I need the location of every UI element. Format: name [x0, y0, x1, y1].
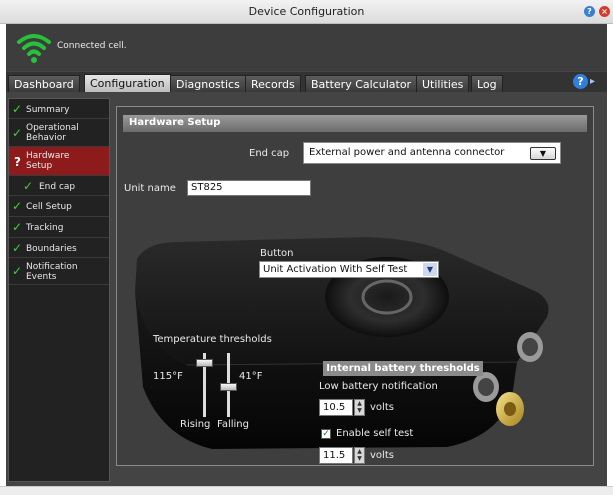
- enable-self-test-checkbox[interactable]: ✓: [321, 429, 331, 439]
- sidebar-item-cell-setup[interactable]: ✓ Cell Setup: [9, 196, 109, 217]
- app-frame: Connected cell. Dashboard Configuration …: [6, 24, 607, 486]
- title-bar: Device Configuration ? ×: [0, 0, 613, 24]
- checkmark-icon: ✓: [12, 264, 23, 278]
- sidebar-item-summary[interactable]: ✓ Summary: [9, 99, 109, 119]
- button-select[interactable]: Unit Activation With Self Test ▼: [259, 261, 439, 278]
- temp-high-value: 115°F: [153, 371, 183, 382]
- tab-log[interactable]: Log: [471, 75, 503, 92]
- checkmark-icon: ✓: [12, 102, 23, 116]
- tab-bar: Dashboard Configuration Diagnostics Reco…: [6, 72, 607, 92]
- falling-slider-thumb[interactable]: [220, 383, 237, 391]
- chevron-down-icon[interactable]: ▼: [423, 263, 437, 276]
- window-title: Device Configuration: [248, 5, 365, 18]
- sidebar-item-label: End cap: [39, 182, 76, 192]
- low-battery-stepper[interactable]: 10.5 ▲ ▼: [319, 399, 369, 416]
- checkmark-icon: ✓: [12, 241, 23, 255]
- sidebar-item-boundaries[interactable]: ✓ Boundaries: [9, 238, 109, 258]
- checkmark-icon: ✓: [23, 179, 34, 193]
- low-battery-value[interactable]: 10.5: [319, 399, 353, 416]
- help-icon[interactable]: ?: [573, 74, 588, 89]
- checkmark-icon: ✓: [12, 199, 23, 213]
- sidebar-item-operational-behavior[interactable]: ✓ Operational Behavior: [9, 119, 109, 147]
- question-icon: ?: [14, 155, 21, 169]
- tab-configuration[interactable]: Configuration: [84, 74, 171, 92]
- checkmark-icon: ✓: [12, 126, 23, 140]
- sidebar-item-label: Notification Events: [26, 262, 78, 282]
- sidebar-item-label: Tracking: [26, 223, 64, 233]
- sidebar-item-label: Hardware Setup: [26, 151, 70, 171]
- tab-battery-calculator[interactable]: Battery Calculator: [305, 75, 418, 92]
- sidebar: ✓ Summary ✓ Operational Behavior ? Hardw…: [8, 98, 110, 482]
- stepper-arrows-icon[interactable]: ▲ ▼: [354, 399, 365, 416]
- connection-status: Connected cell.: [57, 41, 127, 51]
- sidebar-item-tracking[interactable]: ✓ Tracking: [9, 217, 109, 238]
- sidebar-item-label: Summary: [26, 105, 70, 115]
- window-help-icon[interactable]: ?: [584, 6, 595, 17]
- temp-low-value: 41°F: [239, 371, 263, 382]
- window-close-icon[interactable]: ×: [599, 6, 610, 17]
- sidebar-item-hardware-setup[interactable]: ? Hardware Setup: [9, 147, 109, 176]
- stepper-arrows-icon[interactable]: ▲ ▼: [354, 447, 365, 464]
- low-battery-label: Low battery notification: [319, 381, 438, 392]
- rising-label: Rising: [180, 419, 211, 430]
- chevron-right-icon[interactable]: ▸: [590, 76, 595, 87]
- signal-icon: [17, 34, 51, 63]
- volts-unit-2: volts: [370, 450, 394, 461]
- volts-unit-1: volts: [370, 402, 394, 413]
- self-test-stepper[interactable]: 11.5 ▲ ▼: [319, 447, 369, 464]
- sidebar-item-end-cap[interactable]: ✓ End cap: [9, 176, 109, 196]
- hardware-setup-panel: Hardware Setup End cap External power an…: [116, 106, 594, 466]
- sidebar-item-label: Boundaries: [26, 244, 77, 254]
- status-bar: Connected cell.: [6, 24, 607, 71]
- sidebar-item-label: Cell Setup: [26, 202, 72, 212]
- temperature-thresholds-label: Temperature thresholds: [153, 334, 272, 345]
- self-test-value[interactable]: 11.5: [319, 447, 353, 464]
- sidebar-item-notification-events[interactable]: ✓ Notification Events: [9, 258, 109, 285]
- rising-slider-thumb[interactable]: [196, 359, 213, 367]
- button-value: Unit Activation With Self Test: [263, 264, 408, 275]
- sidebar-item-label: Operational Behavior: [26, 123, 79, 143]
- battery-thresholds-header: Internal battery thresholds: [323, 361, 483, 376]
- tab-diagnostics[interactable]: Diagnostics: [170, 75, 246, 92]
- enable-self-test-label: Enable self test: [336, 428, 414, 439]
- bottom-strip: [0, 486, 613, 495]
- button-label: Button: [260, 248, 294, 259]
- tab-utilities[interactable]: Utilities: [416, 75, 470, 92]
- tab-dashboard[interactable]: Dashboard: [8, 75, 80, 92]
- falling-label: Falling: [217, 419, 249, 430]
- tab-records[interactable]: Records: [245, 75, 301, 92]
- checkmark-icon: ✓: [12, 220, 23, 234]
